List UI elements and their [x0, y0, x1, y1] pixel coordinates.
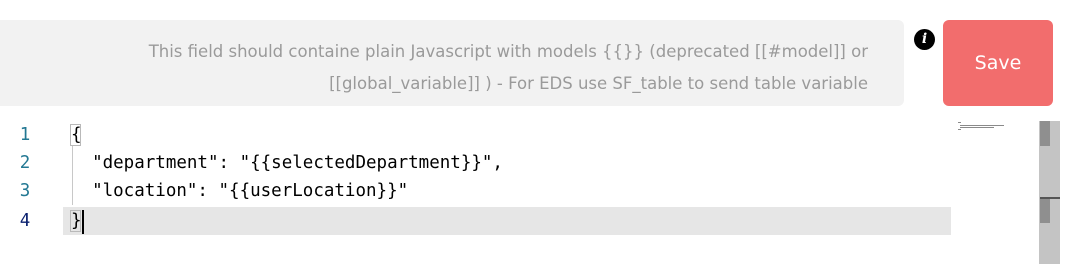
help-text-box: This field should containe plain Javascr…	[0, 20, 904, 106]
text-cursor	[82, 210, 84, 234]
help-text-line-2: [[global_variable]] ) - For EDS use SF_t…	[329, 74, 868, 93]
help-text-line-1: This field should containe plain Javascr…	[148, 42, 868, 61]
line-number: 2	[19, 153, 31, 173]
minimap[interactable]	[958, 121, 1028, 131]
code-editor[interactable]: 1 { 2 "department": "{{selectedDepartmen…	[0, 121, 1066, 264]
save-button[interactable]: Save	[943, 20, 1053, 106]
editor-line: 2 "department": "{{selectedDepartment}}"…	[0, 149, 1040, 177]
line-number: 1	[19, 125, 31, 145]
current-line-highlight	[63, 207, 951, 235]
scrollbar-thumb[interactable]	[1040, 121, 1050, 146]
scrollbar-viewport-marker	[1040, 199, 1050, 223]
code-line: "location": "{{userLocation}}"	[71, 181, 409, 201]
bracket-match-close	[70, 210, 81, 232]
line-number: 3	[19, 181, 31, 201]
bracket-match-open	[70, 124, 81, 146]
indent-guide	[72, 145, 73, 205]
code-line: "department": "{{selectedDepartment}}",	[71, 153, 503, 173]
line-number: 4	[19, 211, 31, 231]
editor-line: 1 {	[0, 121, 1040, 149]
info-icon[interactable]: i	[914, 29, 935, 50]
editor-line: 3 "location": "{{userLocation}}"	[0, 177, 1040, 205]
editor-line-current: 4 }	[0, 207, 1040, 235]
